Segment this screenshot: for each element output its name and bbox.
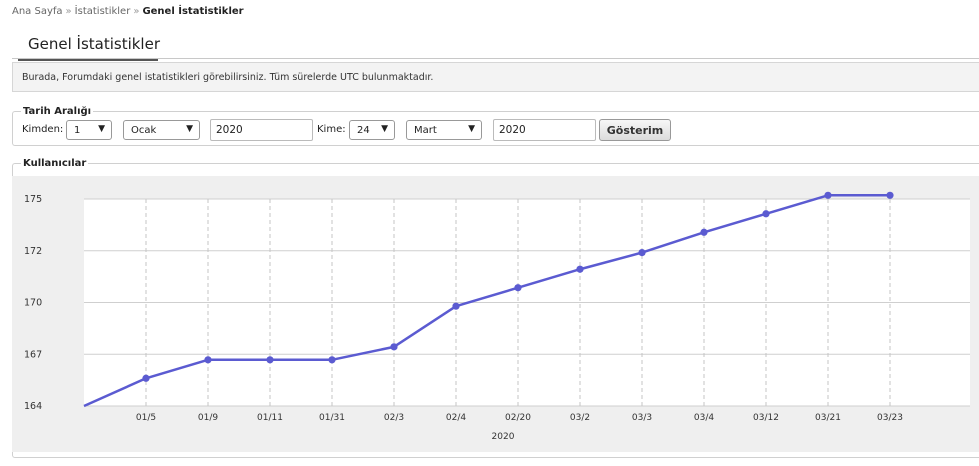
chart-x-tick-label: 03/23: [877, 413, 903, 423]
from-year-input[interactable]: [210, 119, 313, 141]
chart-x-tick-label: 02/20: [505, 413, 531, 423]
info-box: Burada, Forumdaki genel istatistikleri g…: [12, 62, 979, 92]
chart-y-tick-label: 172: [24, 246, 42, 257]
chart-y-tick-label: 164: [24, 401, 42, 412]
from-day-value: 1: [74, 125, 81, 136]
from-month-select[interactable]: Ocak ▼: [123, 120, 200, 140]
chevron-down-icon: ▼: [381, 124, 388, 134]
title-divider: [12, 58, 979, 59]
chart-data-point: [142, 374, 150, 382]
to-day-value: 24: [357, 125, 370, 136]
to-year-input[interactable]: [493, 119, 596, 141]
chevron-down-icon: ▼: [468, 124, 475, 134]
breadcrumb: Ana Sayfa» İstatistikler» Genel İstatistik…: [12, 6, 244, 17]
chart-data-point: [576, 265, 584, 273]
chevron-down-icon: ▼: [186, 124, 193, 134]
breadcrumb-current: Genel İstatistikler: [142, 6, 244, 17]
chart-x-tick-label: 01/5: [136, 413, 156, 423]
chart-x-tick-label: 01/31: [319, 413, 345, 423]
chart-data-point: [638, 248, 646, 257]
to-day-select[interactable]: 24 ▼: [349, 120, 395, 140]
chart-data-point: [452, 302, 460, 310]
users-legend: Kullanıcılar: [23, 158, 87, 169]
chart-y-tick-label: 170: [24, 298, 42, 309]
from-month-value: Ocak: [131, 125, 157, 136]
chart-x-tick-label: 02/4: [446, 413, 466, 423]
page-title-tab: Genel İstatistikler: [18, 28, 160, 61]
chart-y-tick-label: 175: [24, 194, 42, 205]
breadcrumb-stats-link[interactable]: İstatistikler: [75, 6, 131, 17]
from-day-select[interactable]: 1 ▼: [66, 120, 112, 140]
chart-data-point: [390, 343, 398, 351]
to-month-select[interactable]: Mart ▼: [406, 120, 482, 140]
chart-x-axis-label: 2020: [492, 432, 515, 442]
chart-x-tick-label: 03/21: [815, 413, 841, 423]
breadcrumb-separator: »: [133, 6, 140, 17]
breadcrumb-home-link[interactable]: Ana Sayfa: [12, 6, 63, 17]
chart-data-point: [824, 191, 832, 199]
to-month-value: Mart: [414, 125, 437, 136]
from-label: Kimden:: [22, 124, 64, 135]
chart-x-tick-label: 02/3: [384, 413, 404, 423]
show-button[interactable]: Gösterim: [599, 119, 671, 141]
date-range-legend: Tarih Aralığı: [23, 106, 92, 117]
page-title: Genel İstatistikler: [28, 35, 160, 53]
chart-data-point: [886, 191, 894, 199]
chart-data-point: [204, 356, 212, 364]
chart-y-tick-label: 167: [24, 349, 42, 360]
info-text: Burada, Forumdaki genel istatistikleri g…: [22, 72, 434, 83]
breadcrumb-separator: »: [65, 6, 72, 17]
chart-x-tick-label: 01/11: [257, 413, 283, 423]
chart-x-tick-label: 03/12: [753, 413, 779, 423]
chart-data-point: [266, 356, 274, 364]
users-line-chart: 164 167 170 172 175 01/5 01/9 01/11 01/31 02/3 02/…: [12, 176, 979, 452]
chart-x-tick-label: 03/2: [570, 413, 590, 423]
chart-data-point: [514, 284, 522, 292]
chart-data-point: [700, 228, 708, 236]
chart-data-point: [328, 356, 336, 364]
chart-data-point: [762, 210, 770, 218]
chart-x-tick-label: 01/9: [198, 413, 218, 423]
chart-x-tick-label: 03/4: [694, 413, 714, 423]
chart-x-tick-label: 03/3: [632, 413, 652, 423]
chevron-down-icon: ▼: [98, 124, 105, 134]
to-label: Kime:: [317, 124, 346, 135]
